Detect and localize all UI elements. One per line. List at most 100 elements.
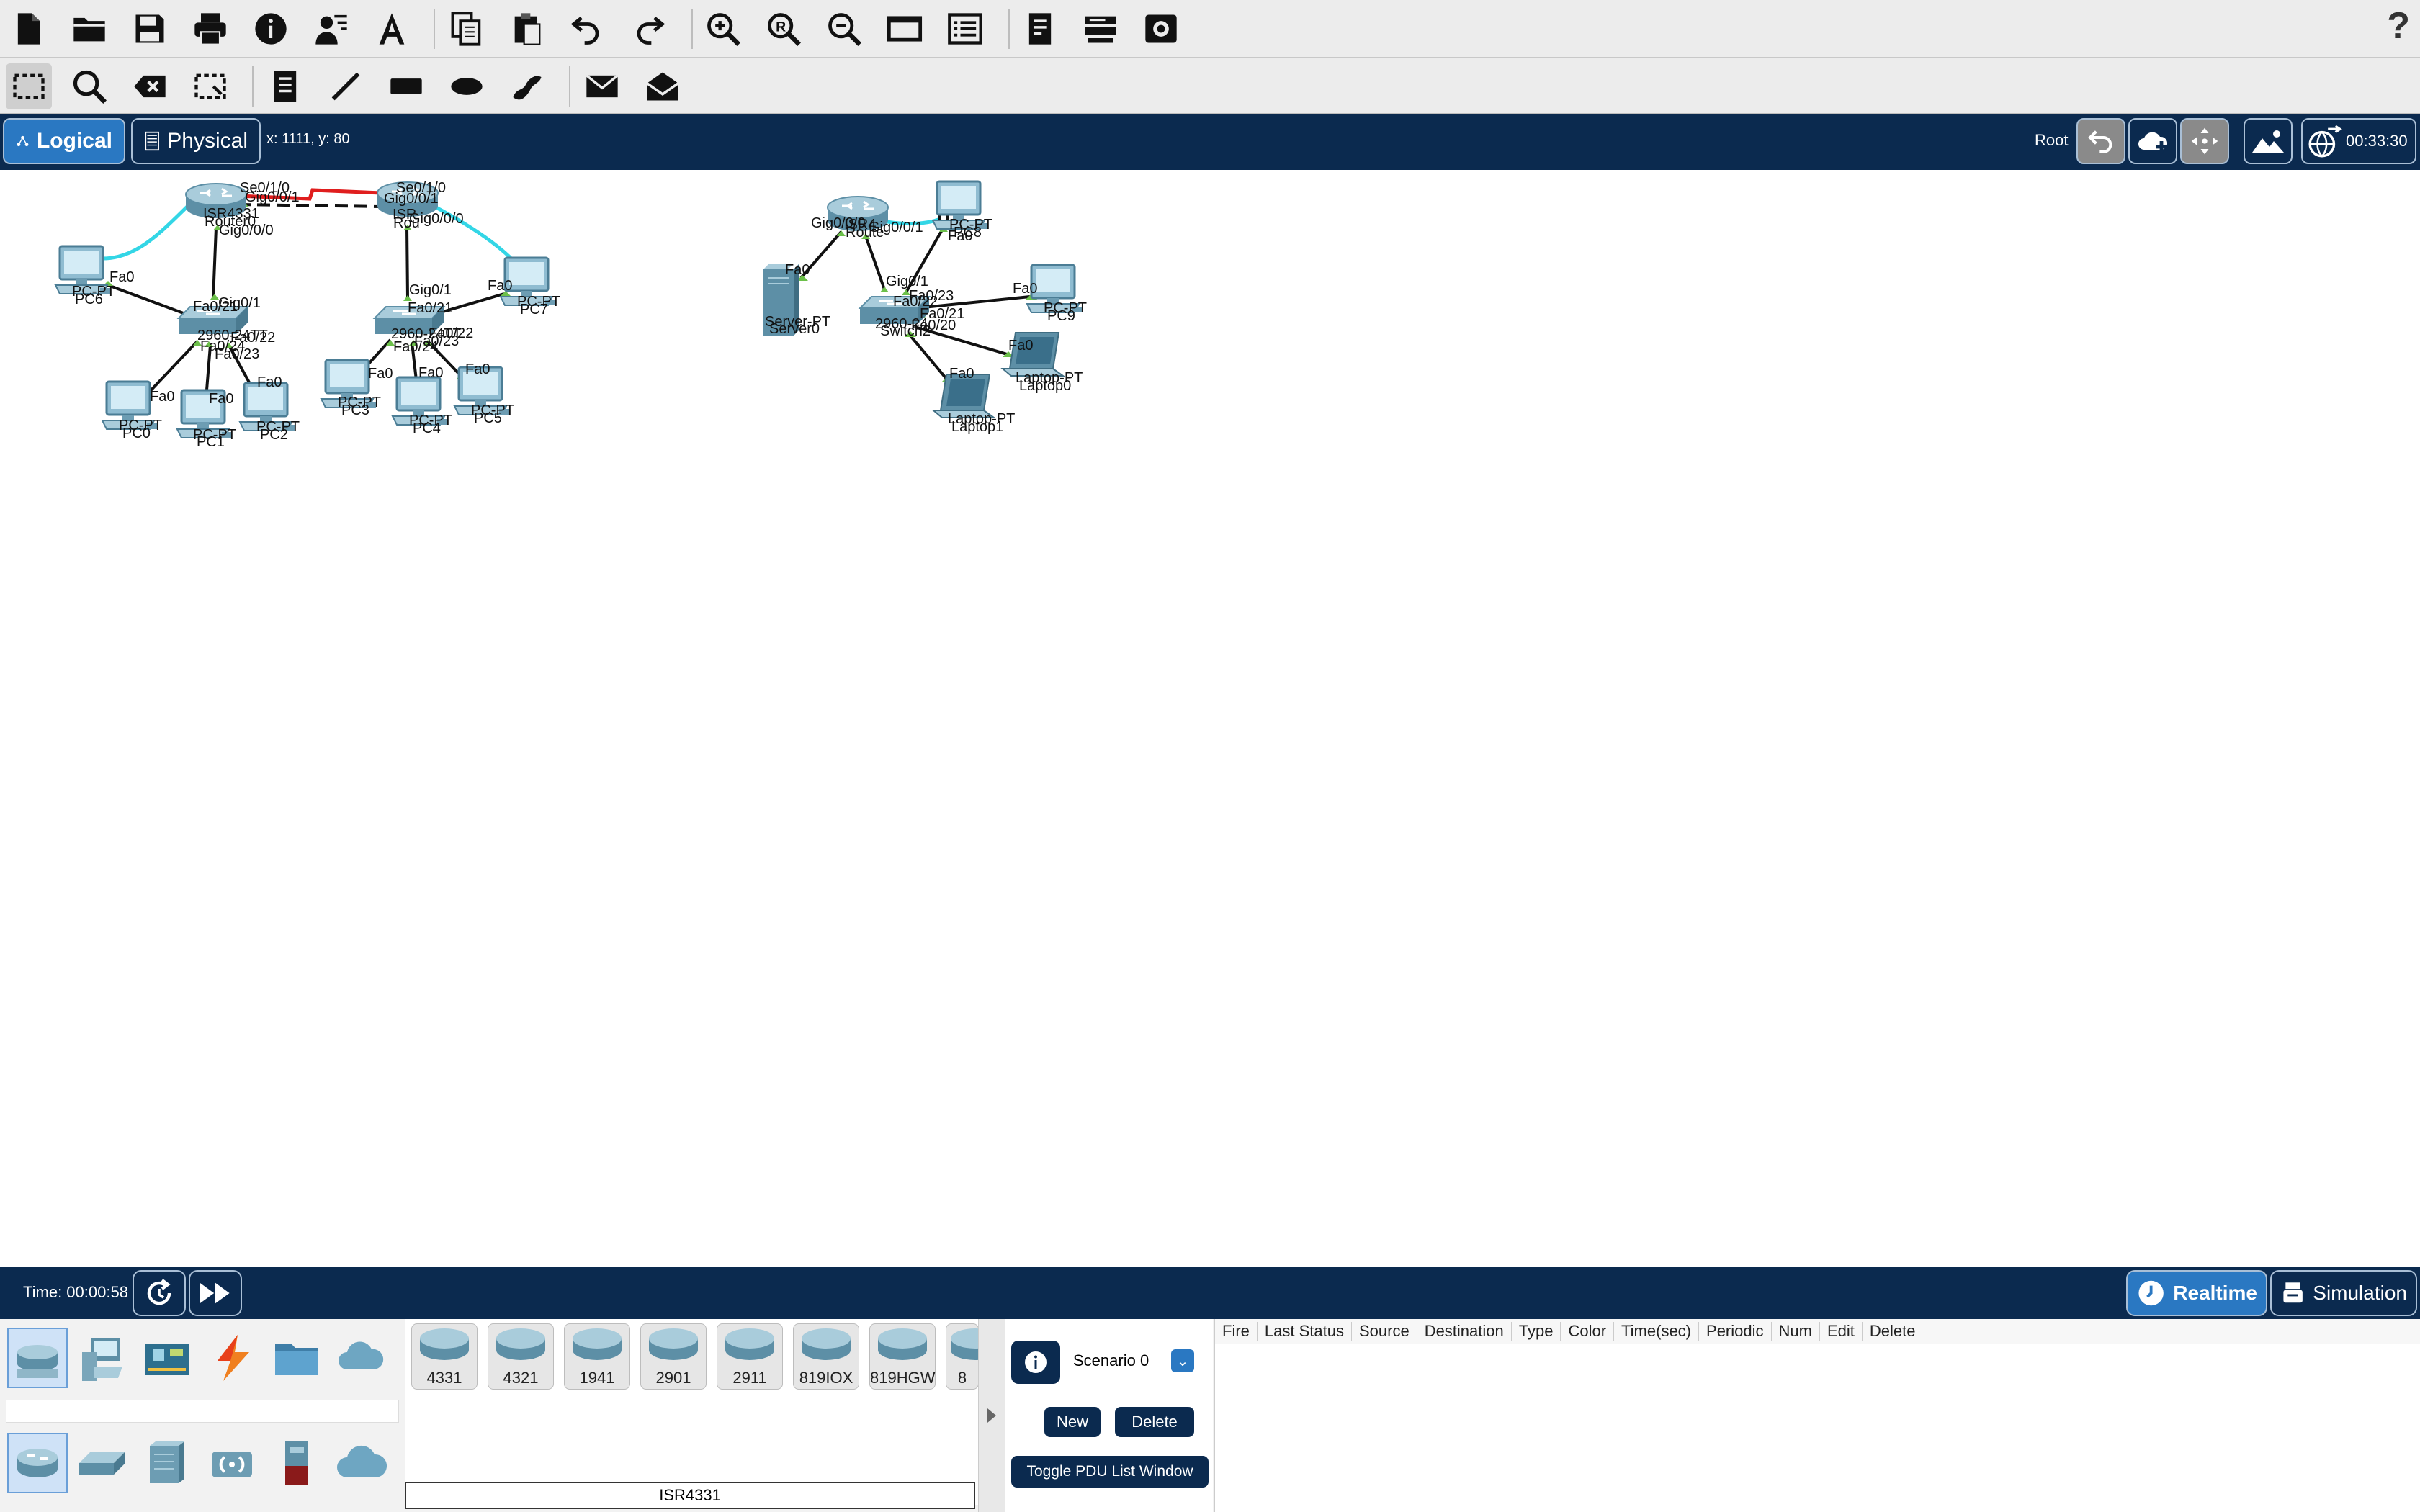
col-fire[interactable]: Fire — [1215, 1322, 1258, 1341]
undo-icon[interactable] — [565, 6, 611, 52]
multiuser-icon[interactable] — [331, 1328, 392, 1388]
paste-icon[interactable] — [504, 6, 550, 52]
screenshot-icon[interactable] — [1138, 6, 1184, 52]
col-color[interactable]: Color — [1561, 1322, 1615, 1341]
globe-clock-icon — [2308, 125, 2342, 158]
components-icon[interactable] — [137, 1328, 197, 1388]
svg-text:PC0: PC0 — [122, 426, 151, 441]
freeform-icon[interactable] — [504, 63, 550, 109]
security-icon[interactable] — [266, 1433, 327, 1493]
col-delete[interactable]: Delete — [1863, 1322, 1923, 1341]
col-last-status[interactable]: Last Status — [1258, 1322, 1352, 1341]
line-icon[interactable] — [323, 63, 369, 109]
chevron-down-icon: ⌄ — [1171, 1349, 1194, 1372]
device-tile-label: 4321 — [503, 1369, 539, 1387]
print-icon[interactable] — [187, 6, 233, 52]
device-tile-8[interactable]: 8 — [946, 1323, 979, 1390]
pdu-table-header: Fire Last Status Source Destination Type… — [1215, 1319, 2420, 1344]
note-icon[interactable] — [262, 63, 308, 109]
svg-text:PC6: PC6 — [75, 292, 103, 307]
resize-icon[interactable] — [187, 63, 233, 109]
col-source[interactable]: Source — [1352, 1322, 1417, 1341]
delete-scenario-button[interactable]: Delete — [1115, 1407, 1194, 1437]
svg-text:PC5: PC5 — [474, 410, 502, 426]
wan-emulation-icon[interactable] — [331, 1433, 392, 1493]
logical-tab[interactable]: Logical — [3, 118, 125, 164]
realtime-mode-button[interactable]: Realtime — [2126, 1270, 2267, 1316]
col-destination[interactable]: Destination — [1417, 1322, 1512, 1341]
logical-workspace[interactable]: ISR4331 Router0 Se0/1/0 Gig0/0/1 Gig0/0/… — [0, 170, 2420, 1267]
col-edit[interactable]: Edit — [1820, 1322, 1863, 1341]
help-icon[interactable]: ? — [2387, 4, 2410, 48]
col-time[interactable]: Time(sec) — [1614, 1322, 1700, 1341]
hubs-icon[interactable] — [137, 1433, 197, 1493]
fast-forward-button[interactable] — [189, 1270, 242, 1316]
scenario-selected: Scenario 0 — [1073, 1351, 1150, 1369]
complex-pdu-icon[interactable] — [640, 63, 686, 109]
wizard-icon[interactable] — [308, 6, 354, 52]
text-list-icon[interactable] — [942, 6, 988, 52]
zoom-out-icon[interactable] — [821, 6, 867, 52]
wireless-icon[interactable] — [202, 1433, 262, 1493]
device-tile-4331[interactable]: 4331 — [411, 1323, 478, 1390]
rectangle-icon[interactable] — [383, 63, 429, 109]
console-cable[interactable] — [91, 197, 197, 261]
scenario-select[interactable]: Scenario 0 ⌄ — [1067, 1346, 1197, 1375]
device-tile-819hgw[interactable]: 819HGW — [869, 1323, 936, 1390]
connections-icon[interactable] — [202, 1328, 262, 1388]
notepad-icon[interactable] — [1017, 6, 1063, 52]
tools-toolbar — [0, 58, 2420, 114]
zoom-in-icon[interactable] — [700, 6, 746, 52]
new-scenario-button[interactable]: New — [1044, 1407, 1101, 1437]
select-icon[interactable] — [6, 63, 52, 109]
zoom-reset-icon[interactable]: R — [761, 6, 807, 52]
simple-pdu-icon[interactable] — [579, 63, 625, 109]
power-cycle-button[interactable] — [133, 1270, 186, 1316]
physical-tab-label: Physical — [167, 129, 248, 153]
routers-icon[interactable] — [7, 1433, 68, 1493]
svg-text:Fa0: Fa0 — [368, 366, 393, 382]
svg-text:Fa0/23: Fa0/23 — [414, 333, 459, 349]
expand-arrow-icon — [987, 1408, 996, 1423]
svg-text:PC1: PC1 — [197, 434, 225, 450]
device-tile-2911[interactable]: 2911 — [717, 1323, 783, 1390]
copy-icon[interactable] — [444, 6, 490, 52]
save-icon[interactable] — [127, 6, 173, 52]
col-type[interactable]: Type — [1512, 1322, 1561, 1341]
set-background-icon[interactable] — [2244, 118, 2293, 164]
device-shelf-icon[interactable] — [1077, 6, 1124, 52]
rectangle-window-icon[interactable] — [882, 6, 928, 52]
col-num[interactable]: Num — [1772, 1322, 1820, 1341]
simulation-mode-button[interactable]: Simulation — [2270, 1270, 2417, 1316]
palette-icon[interactable] — [369, 6, 415, 52]
svg-text:Fa0: Fa0 — [488, 278, 512, 294]
delete-icon[interactable] — [127, 63, 173, 109]
miscellaneous-icon[interactable] — [266, 1328, 327, 1388]
device-tile-2901[interactable]: 2901 — [640, 1323, 707, 1390]
toggle-pdu-list-button[interactable]: Toggle PDU List Window — [1011, 1456, 1209, 1488]
device-tile-819iox[interactable]: 819IOX — [793, 1323, 859, 1390]
scenario-info-button[interactable] — [1011, 1341, 1060, 1384]
redo-icon[interactable] — [625, 6, 671, 52]
ellipse-icon[interactable] — [444, 63, 490, 109]
device-tile-label: 2911 — [732, 1369, 767, 1387]
device-tile-4321[interactable]: 4321 — [488, 1323, 554, 1390]
switches-icon[interactable] — [72, 1433, 133, 1493]
network-devices-icon[interactable] — [7, 1328, 68, 1388]
open-icon[interactable] — [66, 6, 112, 52]
back-icon[interactable] — [2076, 118, 2125, 164]
svg-text:Fa0/21: Fa0/21 — [193, 299, 238, 315]
device-tile-1941[interactable]: 1941 — [564, 1323, 630, 1390]
new-icon[interactable] — [6, 6, 52, 52]
workspace-navbar: Logical Physical x: 1111, y: 80 Root 00:… — [0, 114, 2420, 170]
panel-splitter[interactable] — [978, 1319, 1005, 1512]
physical-tab[interactable]: Physical — [131, 118, 261, 164]
bottom-panel: 4331 4321 1941 2901 2911 819IOX 819HGW 8… — [0, 1319, 2420, 1512]
info-icon[interactable] — [248, 6, 294, 52]
viewport-clock[interactable]: 00:33:30 — [2301, 118, 2416, 164]
end-devices-icon[interactable] — [72, 1328, 133, 1388]
new-cluster-icon[interactable] — [2128, 118, 2177, 164]
col-periodic[interactable]: Periodic — [1699, 1322, 1772, 1341]
inspect-icon[interactable] — [66, 63, 112, 109]
move-object-icon[interactable] — [2180, 118, 2229, 164]
